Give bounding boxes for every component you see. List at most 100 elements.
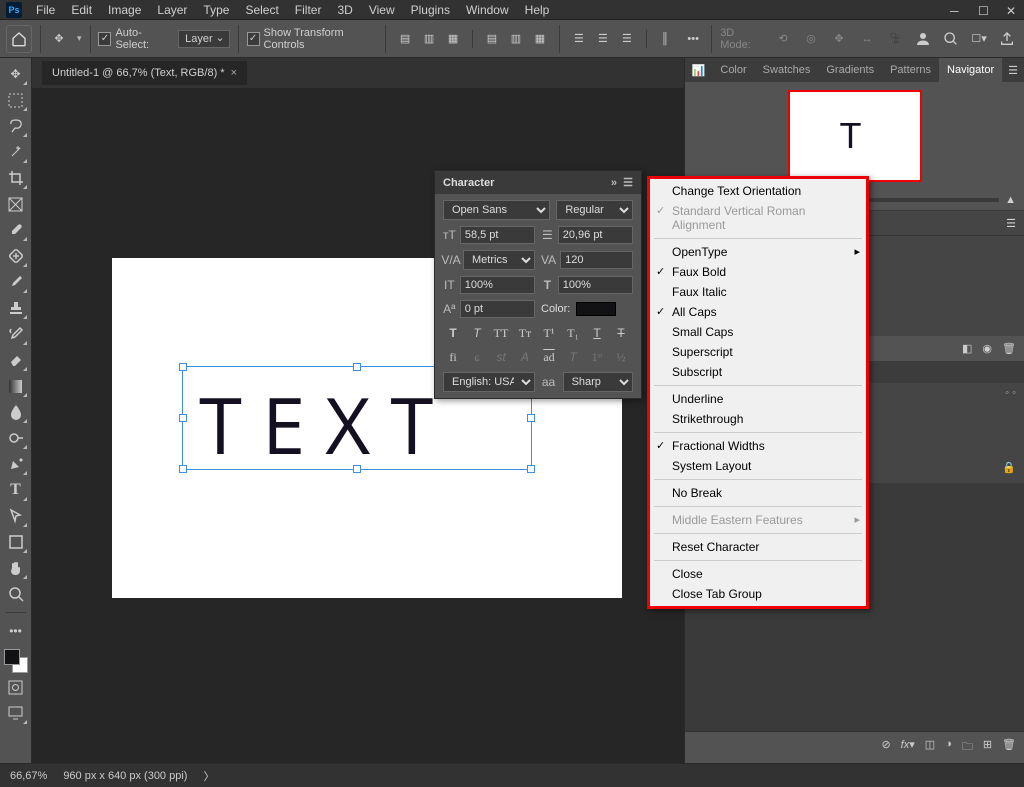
- edit-toolbar[interactable]: •••: [4, 619, 28, 643]
- menu-item-underline[interactable]: Underline: [650, 389, 866, 409]
- fractions-button[interactable]: 1ˢᵗ: [587, 348, 607, 366]
- zoom-in-icon[interactable]: ▲: [1005, 194, 1016, 206]
- screen-mode-toggle[interactable]: [4, 701, 28, 725]
- panel-menu-icon[interactable]: ☰: [1006, 217, 1016, 230]
- search-icon[interactable]: [940, 28, 962, 50]
- eraser-tool[interactable]: [4, 348, 28, 372]
- discretionary-button[interactable]: ɕ: [467, 348, 487, 366]
- menu-item-faux-bold[interactable]: Faux Bold: [650, 262, 866, 282]
- menu-window[interactable]: Window: [460, 1, 515, 19]
- foreground-color-swatch[interactable]: [4, 649, 20, 665]
- quick-mask-toggle[interactable]: [4, 675, 28, 699]
- share-icon[interactable]: [996, 28, 1018, 50]
- distribute-center-icon[interactable]: ☰: [592, 28, 614, 50]
- menu-item-fractional-widths[interactable]: Fractional Widths: [650, 436, 866, 456]
- align-bottom-icon[interactable]: ▦: [529, 28, 551, 50]
- new-layer-icon[interactable]: ⊞: [983, 738, 992, 757]
- font-weight-select[interactable]: Regular: [556, 200, 633, 220]
- superscript-button[interactable]: T¹: [539, 324, 559, 342]
- group-icon[interactable]: 🗀: [962, 738, 973, 757]
- history-brush-tool[interactable]: [4, 322, 28, 346]
- swash-button[interactable]: A: [515, 348, 535, 366]
- account-icon[interactable]: [912, 28, 934, 50]
- font-family-select[interactable]: Open Sans: [443, 200, 550, 220]
- more-options-icon[interactable]: •••: [683, 28, 703, 50]
- histogram-icon[interactable]: 📊: [685, 64, 712, 77]
- stamp-tool[interactable]: [4, 296, 28, 320]
- crop-tool[interactable]: [4, 166, 28, 190]
- pen-tool[interactable]: [4, 452, 28, 476]
- menu-image[interactable]: Image: [102, 1, 147, 19]
- distribute-top-icon[interactable]: ☰: [568, 28, 590, 50]
- lasso-tool[interactable]: [4, 114, 28, 138]
- distribute-bottom-icon[interactable]: ☰: [616, 28, 638, 50]
- new-adjustment-icon[interactable]: ◧: [962, 342, 972, 355]
- healing-tool[interactable]: [4, 244, 28, 268]
- menu-item-close[interactable]: Close: [650, 564, 866, 584]
- leading-field[interactable]: [558, 226, 633, 244]
- panel-menu-icon[interactable]: ☰: [1002, 64, 1024, 77]
- font-size-field[interactable]: [460, 226, 535, 244]
- lock-icon[interactable]: 🔒: [1002, 461, 1016, 474]
- info-chevron-icon[interactable]: 〉: [203, 768, 214, 784]
- menu-select[interactable]: Select: [239, 1, 284, 19]
- link-layers-icon[interactable]: ◦ ◦: [1005, 387, 1016, 399]
- snapshot-icon[interactable]: ◉: [982, 342, 992, 355]
- ordinals-button[interactable]: T: [563, 348, 583, 366]
- brush-tool[interactable]: [4, 270, 28, 294]
- stylistic-button[interactable]: st: [491, 348, 511, 366]
- titling-button[interactable]: ad: [539, 348, 559, 366]
- bold-button[interactable]: T: [443, 324, 463, 342]
- kerning-select[interactable]: Metrics: [463, 250, 535, 270]
- underline-button[interactable]: T: [587, 324, 607, 342]
- tracking-field[interactable]: [560, 251, 633, 269]
- show-transform-checkbox[interactable]: ✓ Show Transform Controls: [247, 27, 378, 51]
- menu-type[interactable]: Type: [197, 1, 235, 19]
- tab-swatches[interactable]: Swatches: [755, 58, 819, 82]
- maximize-button[interactable]: ☐: [978, 4, 990, 16]
- zoom-level[interactable]: 66,67%: [10, 770, 47, 782]
- menu-item-faux-italic[interactable]: Faux Italic: [650, 282, 866, 302]
- hand-tool[interactable]: [4, 556, 28, 580]
- distribute-spacing-icon[interactable]: ║: [655, 28, 675, 50]
- close-tab-icon[interactable]: ×: [231, 67, 237, 79]
- delete-layer-icon[interactable]: 🗑: [1002, 738, 1016, 757]
- move-tool[interactable]: ✥: [4, 62, 28, 86]
- menu-item-close-tab-group[interactable]: Close Tab Group: [650, 584, 866, 604]
- gradient-tool[interactable]: [4, 374, 28, 398]
- auto-select-target-dropdown[interactable]: Layer: [178, 30, 230, 48]
- fx-icon[interactable]: fx▾: [901, 738, 915, 757]
- italic-button[interactable]: T: [467, 324, 487, 342]
- tab-navigator[interactable]: Navigator: [939, 58, 1002, 82]
- marquee-tool[interactable]: [4, 88, 28, 112]
- auto-select-checkbox[interactable]: ✓ Auto-Select:: [98, 27, 170, 51]
- trash-icon[interactable]: 🗑: [1002, 342, 1016, 355]
- ligatures-button[interactable]: fi: [443, 348, 463, 366]
- eyedropper-tool[interactable]: [4, 218, 28, 242]
- text-color-swatch[interactable]: [576, 302, 616, 316]
- menu-file[interactable]: File: [30, 1, 61, 19]
- language-select[interactable]: English: USA: [443, 372, 535, 392]
- document-info[interactable]: 960 px x 640 px (300 ppi): [63, 770, 187, 782]
- tab-patterns[interactable]: Patterns: [882, 58, 939, 82]
- menu-layer[interactable]: Layer: [151, 1, 193, 19]
- menu-filter[interactable]: Filter: [289, 1, 328, 19]
- menu-3d[interactable]: 3D: [331, 1, 358, 19]
- character-panel[interactable]: Character » ☰ Open Sans Regular тT ☰ V/A…: [434, 170, 642, 399]
- color-selector[interactable]: [4, 649, 28, 673]
- menu-edit[interactable]: Edit: [65, 1, 98, 19]
- menu-item-superscript[interactable]: Superscript: [650, 342, 866, 362]
- menu-item-change-text-orientation[interactable]: Change Text Orientation: [650, 181, 866, 201]
- hscale-field[interactable]: [558, 276, 633, 294]
- path-selection-tool[interactable]: [4, 504, 28, 528]
- collapse-icon[interactable]: »: [611, 177, 617, 189]
- tab-color[interactable]: Color: [712, 58, 754, 82]
- shape-tool[interactable]: [4, 530, 28, 554]
- align-top-icon[interactable]: ▤: [481, 28, 503, 50]
- strikethrough-button[interactable]: T: [611, 324, 631, 342]
- frame-tool[interactable]: [4, 192, 28, 216]
- link-icon[interactable]: ⊘: [881, 738, 890, 757]
- baseline-field[interactable]: [460, 300, 535, 318]
- close-button[interactable]: ✕: [1006, 4, 1018, 16]
- vscale-field[interactable]: [460, 276, 535, 294]
